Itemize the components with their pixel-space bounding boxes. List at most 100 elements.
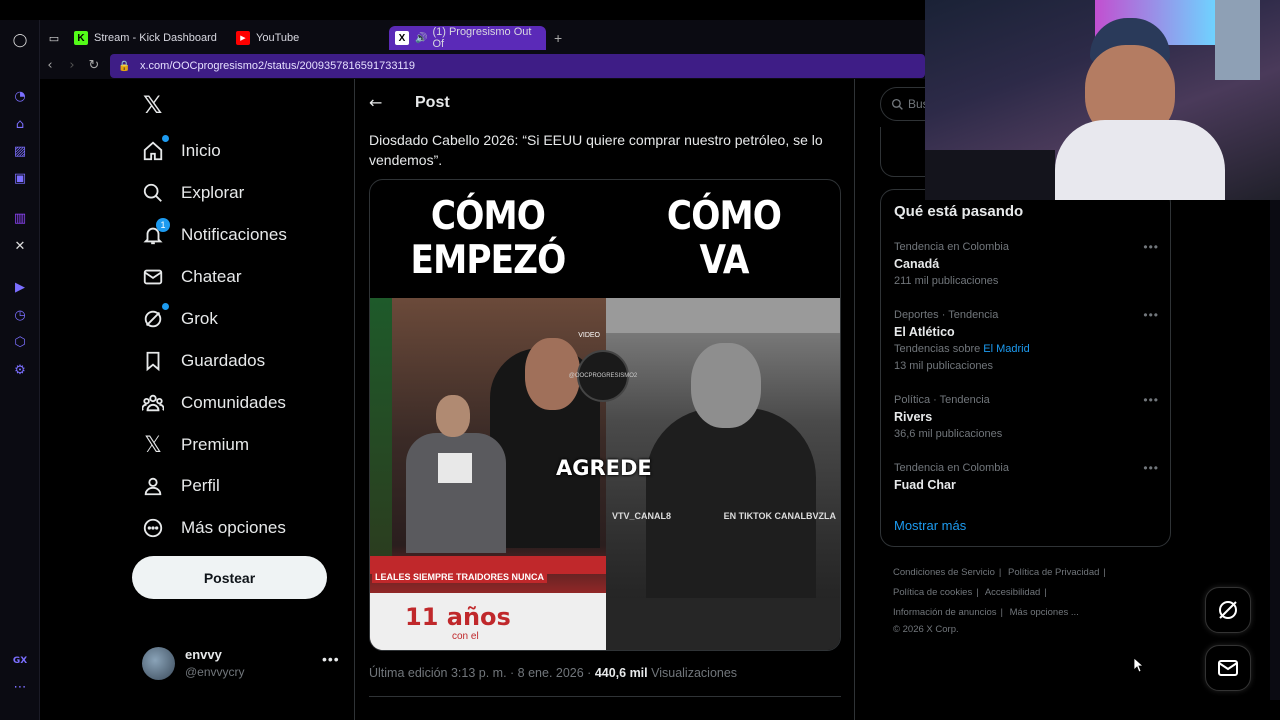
more-dots-icon[interactable]: ••• bbox=[1143, 393, 1159, 407]
years-text: 11 años bbox=[405, 603, 511, 631]
nav-comunidades[interactable]: Comunidades bbox=[140, 387, 286, 419]
post-media[interactable]: CÓMO EMPEZÓ CÓMO VA LEALES SIEMPRE TRAID… bbox=[369, 179, 841, 651]
aria-icon[interactable]: ◔ bbox=[10, 86, 30, 106]
back-nav-icon[interactable]: ‹ bbox=[42, 57, 58, 73]
nav-inicio[interactable]: Inicio bbox=[140, 135, 221, 167]
tab-menu-icon[interactable]: ▭ bbox=[44, 28, 64, 48]
post-button[interactable]: Postear bbox=[132, 556, 327, 599]
messages-fab-button[interactable] bbox=[1205, 645, 1251, 691]
vtv-bar: VTV_CANAL8 EN TIKTOK CANALBVZLA bbox=[606, 511, 840, 521]
notification-badge: 1 bbox=[156, 218, 170, 232]
desk-area bbox=[925, 150, 1055, 200]
opera-sidebar: ◯ ◔ ⌂ ▨ ▣ ▥ ✕ ▶ ◷ ⬡ ⚙ GX ⋯ bbox=[0, 20, 40, 720]
footer-link[interactable]: Información de anuncios bbox=[893, 607, 997, 618]
trend-item[interactable]: Política · Tendencia Rivers 36,6 mil pub… bbox=[894, 393, 1159, 443]
settings-icon[interactable]: ⚙ bbox=[10, 360, 30, 380]
mail-icon bbox=[140, 264, 166, 290]
youtube-icon: ▶ bbox=[236, 31, 250, 45]
trend-sub-link[interactable]: El Madrid bbox=[983, 343, 1029, 355]
url-text: x.com/OOCprogresismo2/status/20093578165… bbox=[140, 60, 415, 72]
kick-icon: K bbox=[74, 31, 88, 45]
nav-chatear[interactable]: Chatear bbox=[140, 261, 241, 293]
nav-label: Grok bbox=[181, 309, 218, 328]
more-dots-icon[interactable]: ⋯ bbox=[10, 677, 30, 697]
user-name: envvy bbox=[185, 647, 222, 662]
banner-text: LEALES SIEMPRE TRAIDORES NUNCA bbox=[372, 571, 548, 583]
tab-label: (1) Progresismo Out Of bbox=[432, 26, 532, 50]
nav-label: Inicio bbox=[181, 141, 221, 160]
x-logo-icon[interactable]: 𝕏 bbox=[143, 93, 167, 117]
address-bar: ‹ › ↻ 🔒 x.com/OOCprogresismo2/status/200… bbox=[40, 52, 925, 79]
footer-link[interactable]: Más opciones ... bbox=[1010, 607, 1079, 618]
nav-grok[interactable]: Grok bbox=[140, 303, 218, 335]
nav-guardados[interactable]: Guardados bbox=[140, 345, 265, 377]
divider bbox=[369, 696, 841, 697]
tab-x-active[interactable]: X 🔊 (1) Progresismo Out Of bbox=[389, 26, 546, 50]
vtv-right-text: EN TIKTOK CANALBVZLA bbox=[723, 511, 836, 521]
trend-item[interactable]: Tendencia en Colombia Canadá 211 mil pub… bbox=[894, 240, 1159, 290]
trend-name: Rivers bbox=[894, 410, 933, 424]
search-icon bbox=[891, 98, 903, 110]
trends-panel: Qué está pasando Tendencia en Colombia C… bbox=[880, 189, 1171, 547]
tab-bar: ▭ K Stream - Kick Dashboard ▶ YouTube X … bbox=[40, 20, 925, 52]
nav-mas-opciones[interactable]: Más opciones bbox=[140, 512, 286, 544]
footer-link[interactable]: Condiciones de Servicio bbox=[893, 567, 995, 578]
nav-explorar[interactable]: Explorar bbox=[140, 177, 244, 209]
copyright: © 2026 X Corp. bbox=[893, 624, 959, 635]
trend-name: Fuad Char bbox=[894, 478, 956, 492]
more-dots-icon[interactable]: ••• bbox=[1143, 240, 1159, 254]
footer-link[interactable]: Accesibilidad bbox=[985, 587, 1040, 598]
show-more-link[interactable]: Mostrar más bbox=[894, 518, 966, 533]
twitch-icon[interactable]: ▥ bbox=[10, 208, 30, 228]
grok-fab-button[interactable] bbox=[1205, 587, 1251, 633]
nav-label: Premium bbox=[181, 435, 250, 454]
x-sidebar-icon[interactable]: ✕ bbox=[10, 236, 30, 256]
trends-title: Qué está pasando bbox=[894, 203, 1024, 220]
tab-youtube[interactable]: ▶ YouTube bbox=[230, 26, 380, 50]
nav-premium[interactable]: 𝕏 Premium bbox=[140, 429, 249, 461]
workspaces-icon[interactable]: ▨ bbox=[10, 141, 30, 161]
crypto-wallet-icon[interactable]: ⌂ bbox=[10, 114, 30, 134]
footer-link[interactable]: Política de cookies bbox=[893, 587, 972, 598]
x-icon: X bbox=[395, 31, 409, 45]
messenger-icon[interactable]: ▣ bbox=[10, 168, 30, 188]
history-icon[interactable]: ◷ bbox=[10, 305, 30, 325]
account-switcher[interactable]: envvy @envvycry ••• bbox=[142, 645, 342, 685]
more-circle-icon bbox=[140, 515, 166, 541]
player-icon[interactable]: ▶ bbox=[10, 277, 30, 297]
nav-notificaciones[interactable]: 1 Notificaciones bbox=[140, 218, 287, 251]
extensions-icon[interactable]: ⬡ bbox=[10, 332, 30, 352]
url-field[interactable]: 🔒 x.com/OOCprogresismo2/status/200935781… bbox=[110, 54, 925, 78]
heading-line: VA bbox=[699, 238, 749, 283]
trend-item[interactable]: Tendencia en Colombia Fuad Char ••• bbox=[894, 461, 1159, 494]
footer: Condiciones de Servicio | Política de Pri… bbox=[893, 567, 1106, 635]
x-premium-icon: 𝕏 bbox=[144, 432, 162, 458]
gx-icon[interactable]: GX bbox=[10, 651, 30, 671]
tab-label: Stream - Kick Dashboard bbox=[94, 32, 217, 44]
more-dots-icon[interactable]: ••• bbox=[1143, 461, 1159, 475]
trend-context: Política · Tendencia bbox=[894, 394, 990, 406]
trend-count: 36,6 mil publicaciones bbox=[894, 428, 1003, 440]
nav-label: Guardados bbox=[181, 351, 266, 370]
trend-item[interactable]: Deportes · Tendencia El Atlético Tendenc… bbox=[894, 308, 1159, 375]
more-dots-icon[interactable]: ••• bbox=[1143, 308, 1159, 322]
more-dots-icon[interactable]: ••• bbox=[322, 651, 340, 667]
media-heading-left: CÓMO EMPEZÓ bbox=[384, 180, 592, 298]
media-heading-right: CÓMO VA bbox=[620, 180, 828, 298]
back-arrow-icon[interactable]: ← bbox=[369, 93, 382, 112]
speaker-icon[interactable]: 🔊 bbox=[415, 33, 427, 44]
watermark-stamp: @OOCPROGRESISMO2 bbox=[569, 350, 637, 402]
new-tab-button[interactable]: + bbox=[548, 26, 568, 50]
paper bbox=[438, 453, 472, 483]
nav-perfil[interactable]: Perfil bbox=[140, 470, 220, 502]
forward-nav-icon[interactable]: › bbox=[64, 57, 80, 73]
opera-logo-icon[interactable]: ◯ bbox=[10, 30, 30, 50]
bell-icon: 1 bbox=[140, 218, 170, 248]
vtv-left-text: VTV_CANAL8 bbox=[612, 511, 672, 521]
poster bbox=[1215, 0, 1260, 80]
reload-icon[interactable]: ↻ bbox=[86, 57, 102, 73]
scrollbar[interactable] bbox=[1270, 200, 1280, 700]
ceiling bbox=[606, 298, 840, 333]
footer-link[interactable]: Política de Privacidad bbox=[1008, 567, 1099, 578]
tab-kick[interactable]: K Stream - Kick Dashboard bbox=[68, 26, 228, 50]
